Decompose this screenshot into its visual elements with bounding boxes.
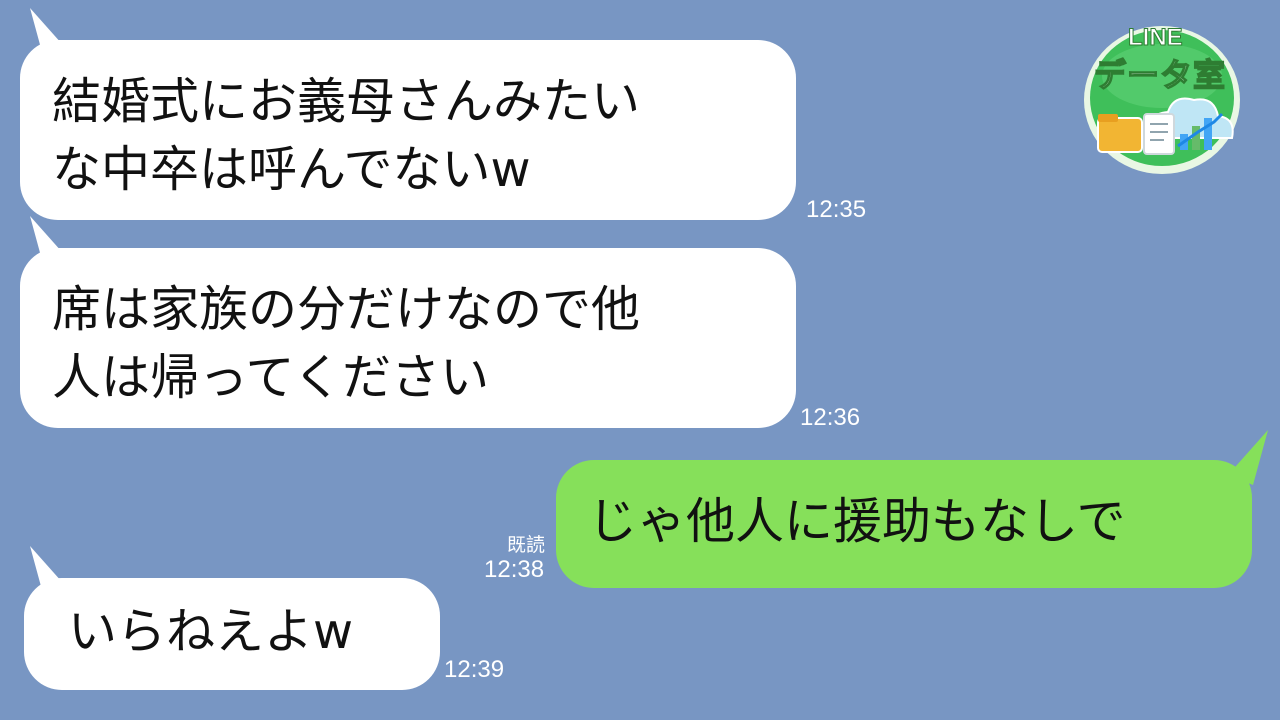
message-time: 12:38 — [484, 556, 545, 583]
message-bubble: いらねえよw — [24, 578, 440, 690]
line-data-room-logo: LINE データ室 — [1082, 18, 1242, 176]
message-time: 12:35 — [806, 196, 867, 223]
logo-title: データ室 — [1093, 55, 1227, 95]
message-bubble: 結婚式にお義母さんみたい な中卒は呼んでないw — [20, 40, 796, 220]
logo-line-text: LINE — [1128, 24, 1184, 52]
message-time: 12:36 — [800, 404, 861, 431]
message-bubble: じゃ他人に援助もなしで — [556, 460, 1252, 588]
read-receipt: 既読 — [507, 534, 546, 556]
message-time: 12:39 — [444, 656, 505, 683]
message-bubble: 席は家族の分だけなので他 人は帰ってください — [20, 248, 796, 428]
